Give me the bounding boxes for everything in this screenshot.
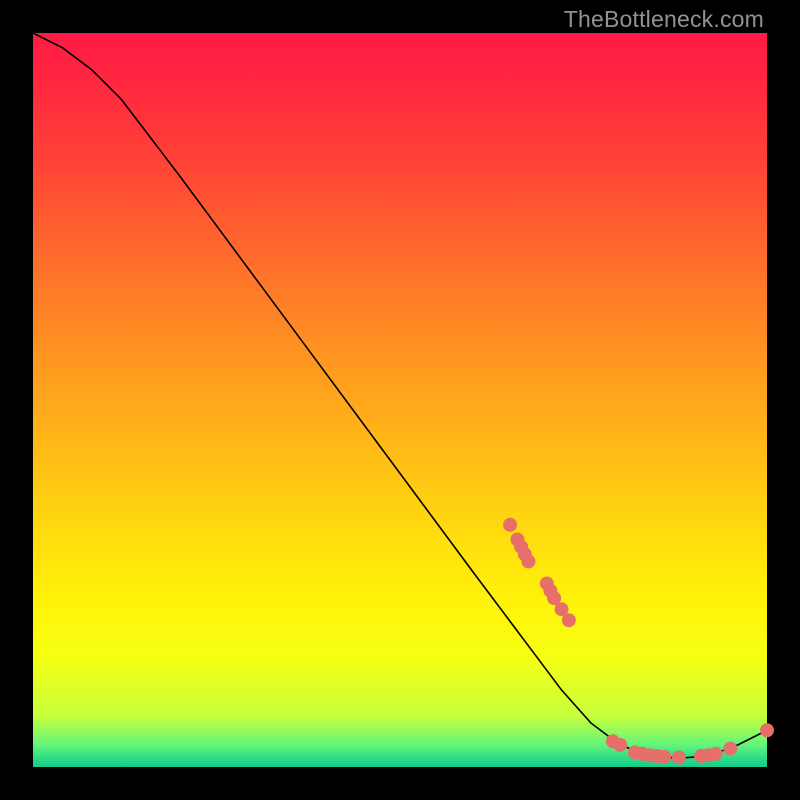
data-marker [760, 723, 774, 737]
data-marker [521, 554, 535, 568]
bottleneck-curve [33, 33, 767, 758]
data-marker [723, 742, 737, 756]
data-markers [503, 518, 774, 765]
data-marker [613, 738, 627, 752]
data-marker [672, 750, 686, 764]
data-marker [657, 750, 671, 764]
data-marker [709, 747, 723, 761]
data-marker [562, 613, 576, 627]
chart-overlay [33, 33, 767, 767]
watermark-text: TheBottleneck.com [564, 6, 764, 33]
data-marker [503, 518, 517, 532]
